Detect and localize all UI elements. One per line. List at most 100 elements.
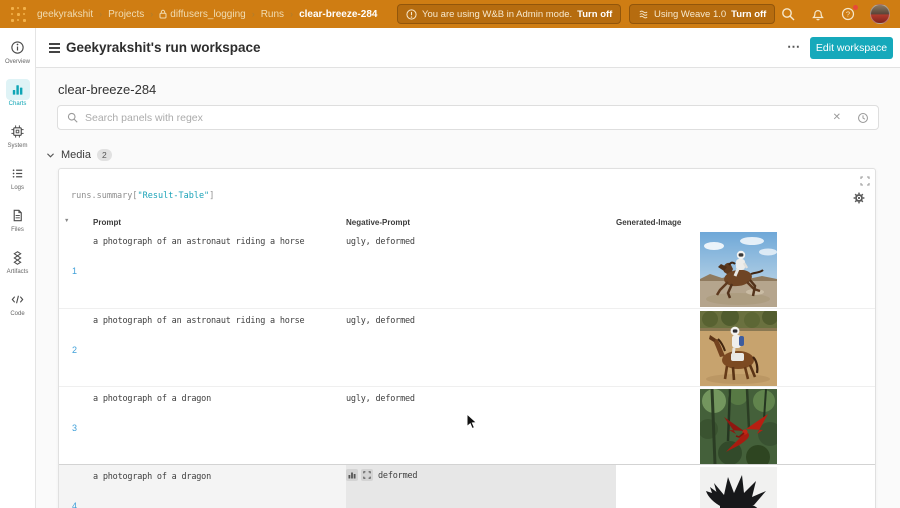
table-row: 4 a photograph of a dragon deformed xyxy=(59,464,875,508)
weave-turn-off-button[interactable]: Turn off xyxy=(731,9,766,20)
alert-info-icon xyxy=(406,9,417,20)
cell-chart-action-button[interactable] xyxy=(346,469,358,481)
sidebar-item-label: System xyxy=(7,143,27,149)
clear-search-icon[interactable]: ✕ xyxy=(833,112,841,123)
admin-turn-off-button[interactable]: Turn off xyxy=(577,9,612,20)
prompt-cell[interactable]: a photograph of a dragon xyxy=(93,387,346,464)
help-icon[interactable]: ? xyxy=(840,7,855,22)
media-section-label: Media xyxy=(61,149,91,161)
column-header-prompt[interactable]: Prompt xyxy=(93,218,346,227)
admin-mode-banner: You are using W&B in Admin mode. Turn of… xyxy=(397,4,621,24)
gear-icon[interactable] xyxy=(853,191,865,209)
generated-image-astronaut-horse-gallop[interactable] xyxy=(700,232,777,307)
info-icon xyxy=(5,37,29,58)
breadcrumb-separator: › xyxy=(252,9,255,19)
sidebar-item-label: Files xyxy=(11,227,24,233)
table-row: 1 a photograph of an astronaut riding a … xyxy=(59,230,875,308)
breadcrumb-entity[interactable]: geekyrakshit xyxy=(37,9,93,20)
left-sidebar: Overview Charts System Logs Files Artifa… xyxy=(0,28,36,508)
weave-icon xyxy=(638,9,649,20)
run-name-heading: clear-breeze-284 xyxy=(58,82,156,97)
notifications-bell-icon[interactable] xyxy=(810,7,825,22)
sidebar-item-files[interactable]: Files xyxy=(6,205,30,233)
prompt-cell[interactable]: a photograph of an astronaut riding a ho… xyxy=(93,230,346,308)
cpu-chip-icon xyxy=(6,121,30,142)
notification-dot xyxy=(853,5,858,10)
topbar: geekyrakshit › Projects › diffusers_logg… xyxy=(0,0,900,28)
generated-image-black-dragon[interactable] xyxy=(700,467,777,508)
negative-prompt-cell[interactable]: ugly, deformed xyxy=(346,230,616,308)
generated-image-cell[interactable] xyxy=(616,465,875,508)
page-title: Geekyrakshit's run workspace xyxy=(66,40,261,55)
breadcrumb-separator: › xyxy=(150,9,153,19)
media-section-header[interactable]: Media 2 xyxy=(46,149,112,161)
row-index: 4 xyxy=(59,465,93,508)
sidebar-item-label: Logs xyxy=(11,185,24,191)
admin-banner-text: You are using W&B in Admin mode. xyxy=(422,9,572,20)
workspace-body: clear-breeze-284 ✕ Media 2 runs.summary[… xyxy=(36,68,900,508)
sidebar-item-label: Charts xyxy=(9,101,27,107)
workspace-header: Geekyrakshit's run workspace ⋯ Edit work… xyxy=(36,28,900,68)
panel-query-expression[interactable]: runs.summary["Result-Table"] xyxy=(71,191,214,201)
breadcrumb-projects[interactable]: Projects xyxy=(108,9,144,20)
negative-prompt-cell[interactable]: ugly, deformed xyxy=(346,309,616,386)
row-index: 2 xyxy=(59,309,93,386)
chevron-down-icon xyxy=(46,152,55,159)
generated-image-astronaut-horse-walk[interactable] xyxy=(700,311,777,386)
sidebar-item-logs[interactable]: Logs xyxy=(6,163,30,191)
breadcrumb-separator: › xyxy=(99,9,102,19)
sidebar-item-label: Artifacts xyxy=(7,269,29,275)
search-input[interactable] xyxy=(85,112,826,124)
generated-image-cell[interactable] xyxy=(616,230,875,308)
sidebar-item-overview[interactable]: Overview xyxy=(5,37,30,65)
result-table-panel: runs.summary["Result-Table"] ▼ Prompt Ne… xyxy=(58,168,876,508)
prompt-cell[interactable]: a photograph of an astronaut riding a ho… xyxy=(93,309,346,386)
breadcrumb-project[interactable]: diffusers_logging xyxy=(170,9,245,20)
sidebar-item-charts[interactable]: Charts xyxy=(6,79,30,107)
row-index: 1 xyxy=(59,230,93,308)
sidebar-item-label: Overview xyxy=(5,59,30,65)
table-row: 2 a photograph of an astronaut riding a … xyxy=(59,308,875,386)
code-icon xyxy=(6,289,30,310)
edit-workspace-button[interactable]: Edit workspace xyxy=(810,37,893,59)
charts-icon xyxy=(6,79,30,100)
generated-image-cell[interactable] xyxy=(616,309,875,386)
breadcrumb: geekyrakshit › Projects › diffusers_logg… xyxy=(37,9,377,20)
search-icon xyxy=(67,112,78,123)
svg-text:?: ? xyxy=(845,10,849,19)
negative-prompt-cell[interactable]: deformed xyxy=(346,465,616,508)
breadcrumb-run-name[interactable]: clear-breeze-284 xyxy=(299,9,377,20)
table-header-row: ▼ Prompt Negative-Prompt Generated-Image xyxy=(59,218,875,230)
wandb-logo-icon[interactable] xyxy=(9,5,27,23)
user-avatar[interactable] xyxy=(870,4,890,24)
search-history-icon[interactable] xyxy=(857,112,869,124)
column-header-generated-image[interactable]: Generated-Image xyxy=(616,218,875,227)
breadcrumb-separator: › xyxy=(290,9,293,19)
query-key: "Result-Table" xyxy=(138,191,210,201)
list-icon xyxy=(6,163,30,184)
file-icon xyxy=(6,205,30,226)
sidebar-item-artifacts[interactable]: Artifacts xyxy=(6,247,30,275)
row-index: 3 xyxy=(59,387,93,464)
weave-badge: Using Weave 1.0 Turn off xyxy=(629,4,775,24)
lock-icon xyxy=(159,9,167,19)
negative-prompt-cell[interactable]: ugly, deformed xyxy=(346,387,616,464)
hamburger-menu-icon[interactable] xyxy=(49,43,60,55)
generated-image-cell[interactable] xyxy=(616,387,875,464)
column-header-negative-prompt[interactable]: Negative-Prompt xyxy=(346,218,616,227)
weave-badge-text: Using Weave 1.0 xyxy=(654,9,726,20)
prompt-cell[interactable]: a photograph of a dragon xyxy=(93,465,346,508)
result-table: ▼ Prompt Negative-Prompt Generated-Image… xyxy=(59,218,875,508)
breadcrumb-runs[interactable]: Runs xyxy=(261,9,284,20)
overflow-menu-icon[interactable]: ⋯ xyxy=(787,39,801,55)
sidebar-item-label: Code xyxy=(10,311,24,317)
fullscreen-icon[interactable] xyxy=(860,173,870,191)
panel-search-bar: ✕ xyxy=(57,105,879,130)
cell-expand-action-button[interactable] xyxy=(361,469,373,481)
search-icon[interactable] xyxy=(780,7,795,22)
sidebar-item-code[interactable]: Code xyxy=(6,289,30,317)
sidebar-item-system[interactable]: System xyxy=(6,121,30,149)
filter-icon[interactable]: ▼ xyxy=(59,218,93,224)
layers-icon xyxy=(6,247,30,268)
generated-image-red-dragon-forest[interactable] xyxy=(700,389,777,464)
